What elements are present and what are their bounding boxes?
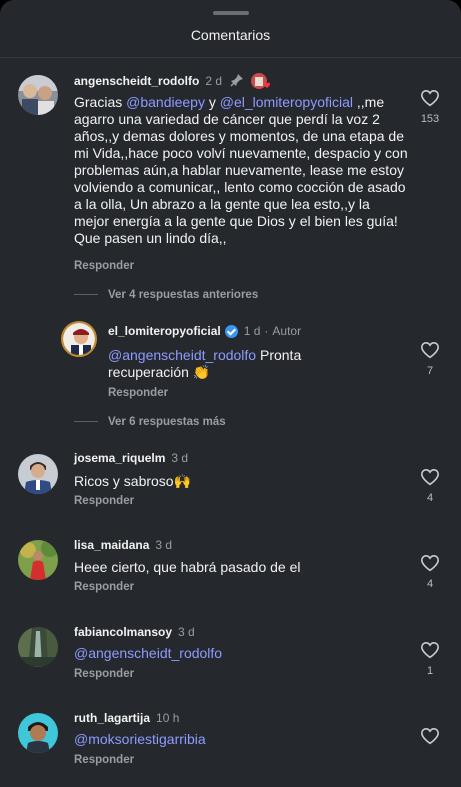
heart-icon[interactable] xyxy=(420,341,440,359)
comment-header: fabiancolmansoy 3 d xyxy=(74,625,195,639)
mention-link[interactable]: @angenscheidt_rodolfo xyxy=(108,347,256,363)
view-previous-replies-button[interactable]: Ver 4 respuestas anteriores xyxy=(74,289,258,301)
timestamp: 3 d xyxy=(178,625,195,639)
author-tag: Autor xyxy=(272,324,302,338)
reply-button[interactable]: Responder xyxy=(74,754,134,766)
sheet-title: Comentarios xyxy=(190,27,271,43)
heart-icon[interactable] xyxy=(420,89,440,107)
username[interactable]: josema_riquelm xyxy=(74,451,165,465)
mention-link[interactable]: @angenscheidt_rodolfo xyxy=(74,645,222,661)
mention-link[interactable]: @bandieepy xyxy=(126,94,205,110)
verified-badge-icon xyxy=(224,324,238,338)
comment-header: angenscheidt_rodolfo 2 d xyxy=(74,72,271,90)
like-count: 153 xyxy=(420,113,440,125)
mention-link[interactable]: @moksoriestigarribia xyxy=(74,731,206,747)
avatar[interactable] xyxy=(18,627,58,667)
separator: · xyxy=(264,324,269,338)
thread-line xyxy=(74,421,98,423)
timestamp: 2 d xyxy=(205,74,223,88)
like-count: 1 xyxy=(426,665,434,677)
username[interactable]: angenscheidt_rodolfo xyxy=(74,74,199,88)
comment-text: @angenscheidt_rodolfo Pronta recuperació… xyxy=(108,347,302,380)
view-more-replies-button[interactable]: Ver 6 respuestas más xyxy=(74,416,226,428)
timestamp: 3 d xyxy=(171,451,189,465)
comment-text: @moksoriestigarribia xyxy=(74,731,394,748)
avatar[interactable] xyxy=(18,75,58,115)
comment-text: Ricos y sabroso🙌 xyxy=(74,473,192,489)
thread-line xyxy=(74,294,98,296)
reply-button[interactable]: Responder xyxy=(74,581,134,593)
reply-button[interactable]: Responder xyxy=(74,260,134,272)
comments-sheet: Comentarios angenscheidt_rodolfo 2 d Gra xyxy=(0,0,461,787)
reply-button[interactable]: Responder xyxy=(74,495,134,507)
avatar[interactable] xyxy=(18,454,58,494)
avatar[interactable] xyxy=(18,540,58,580)
reply-button[interactable]: Responder xyxy=(74,668,134,680)
avatar[interactable] xyxy=(61,321,97,357)
timestamp: 1 d xyxy=(243,324,261,338)
comment-text: Gracias @bandieepy y @el_lomiteropyofici… xyxy=(74,94,408,246)
avatar[interactable] xyxy=(18,713,58,753)
heart-icon[interactable] xyxy=(420,641,440,659)
comment-header: el_lomiteropyoficial 1 d · Autor xyxy=(108,324,301,338)
comment-header: ruth_lagartija 10 h xyxy=(74,711,179,725)
like-count: 7 xyxy=(426,365,434,377)
comment-header: lisa_maidana 3 d xyxy=(74,538,172,552)
heart-icon[interactable] xyxy=(420,554,440,572)
username[interactable]: fabiancolmansoy xyxy=(74,625,172,639)
comment-text: @angenscheidt_rodolfo xyxy=(74,645,394,662)
reply-button[interactable]: Responder xyxy=(108,387,168,399)
drag-handle[interactable] xyxy=(213,11,249,15)
timestamp: 10 h xyxy=(156,711,180,725)
username[interactable]: el_lomiteropyoficial xyxy=(108,324,221,338)
heart-icon[interactable] xyxy=(420,727,440,745)
username[interactable]: ruth_lagartija xyxy=(74,711,150,725)
comment-text: Heee cierto, que habrá pasado de el xyxy=(74,559,301,575)
pin-icon xyxy=(230,73,244,90)
heart-icon[interactable] xyxy=(420,468,440,486)
timestamp: 3 d xyxy=(155,538,173,552)
header-divider xyxy=(0,57,461,58)
username[interactable]: lisa_maidana xyxy=(74,538,149,552)
comment-header: josema_riquelm 3 d xyxy=(74,451,188,465)
like-count: 4 xyxy=(426,492,434,504)
like-count: 4 xyxy=(426,578,434,590)
creator-liked-avatar-icon xyxy=(250,72,271,90)
mention-link[interactable]: @el_lomiteropyoficial xyxy=(220,94,353,110)
